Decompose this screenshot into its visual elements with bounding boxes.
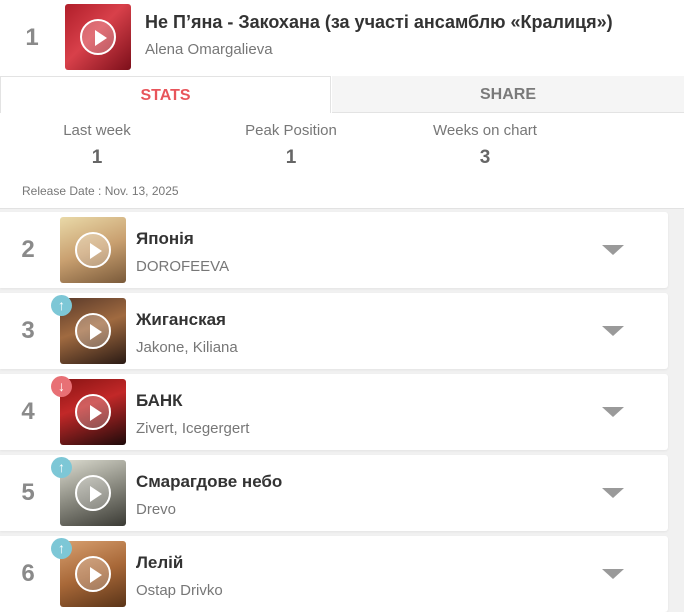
stat-label: Weeks on chart [433, 122, 537, 139]
chart-entry-5[interactable]: 5 ↑ Смарагдове небо Drevo [0, 455, 668, 531]
rank-number: 2 [21, 236, 35, 263]
play-icon[interactable] [75, 313, 111, 349]
rank-number: 3 [21, 317, 35, 344]
artist-name: Drevo [136, 501, 177, 518]
rank-number: 1 [25, 24, 39, 51]
play-icon[interactable] [75, 475, 111, 511]
song-title: Не П’яна - Закохана (за участі ансамблю … [145, 12, 613, 32]
song-title: Смарагдове небо [136, 472, 283, 491]
chart-entry-2[interactable]: 2 Японія DOROFEEVA [0, 212, 668, 288]
stat-peak-position: Peak Position 1 [206, 122, 376, 169]
rank-number: 6 [21, 560, 35, 587]
rank-number: 5 [21, 479, 35, 506]
song-title: Жиганская [136, 310, 226, 329]
chart-entry-expanded: 1 Не П’яна - Закохана (за участі ансамбл… [0, 0, 684, 209]
song-title: Японія [136, 229, 194, 248]
tab-share[interactable]: SHARE [332, 76, 684, 113]
chevron-down-icon[interactable] [602, 407, 624, 417]
artist-name: Zivert, Icegergert [136, 420, 250, 437]
arrow-down-icon: ↓ [51, 376, 72, 397]
rank-number: 4 [21, 398, 35, 425]
stat-value: 1 [91, 147, 103, 168]
chevron-down-icon[interactable] [602, 326, 624, 336]
play-icon[interactable] [75, 556, 111, 592]
play-icon[interactable] [80, 19, 116, 55]
arrow-up-icon: ↑ [51, 295, 72, 316]
cover-art [65, 4, 131, 70]
chart-entry-4[interactable]: 4 ↓ БАНК Zivert, Icegergert [0, 374, 668, 450]
play-icon[interactable] [75, 394, 111, 430]
chevron-down-icon[interactable] [602, 245, 624, 255]
artist-name: Ostap Drivko [136, 582, 223, 599]
tab-stats[interactable]: STATS [0, 76, 331, 113]
chart-entry-1[interactable]: 1 Не П’яна - Закохана (за участі ансамбл… [0, 0, 684, 74]
artist-name: DOROFEEVA [136, 258, 230, 275]
play-icon[interactable] [75, 232, 111, 268]
arrow-up-icon: ↑ [51, 457, 72, 478]
artist-name: Jakone, Kiliana [136, 339, 238, 356]
stat-last-week: Last week 1 [12, 122, 182, 169]
stat-value: 3 [479, 147, 491, 168]
stat-label: Peak Position [245, 122, 337, 139]
arrow-up-icon: ↑ [51, 538, 72, 559]
song-title: БАНК [136, 391, 183, 410]
stat-weeks-on-chart: Weeks on chart 3 [400, 122, 570, 169]
release-date: Release Date : Nov. 13, 2025 [22, 184, 179, 198]
chevron-down-icon[interactable] [602, 569, 624, 579]
stat-label: Last week [63, 122, 131, 139]
chevron-down-icon[interactable] [602, 488, 624, 498]
stat-value: 1 [285, 147, 297, 168]
chart-entry-3[interactable]: 3 ↑ Жиганская Jakone, Kiliana [0, 293, 668, 369]
chart-entry-6[interactable]: 6 ↑ Лелій Ostap Drivko [0, 536, 668, 612]
song-title: Лелій [136, 553, 184, 572]
artist-name: Alena Omargalieva [145, 41, 273, 58]
cover-art [60, 217, 126, 283]
